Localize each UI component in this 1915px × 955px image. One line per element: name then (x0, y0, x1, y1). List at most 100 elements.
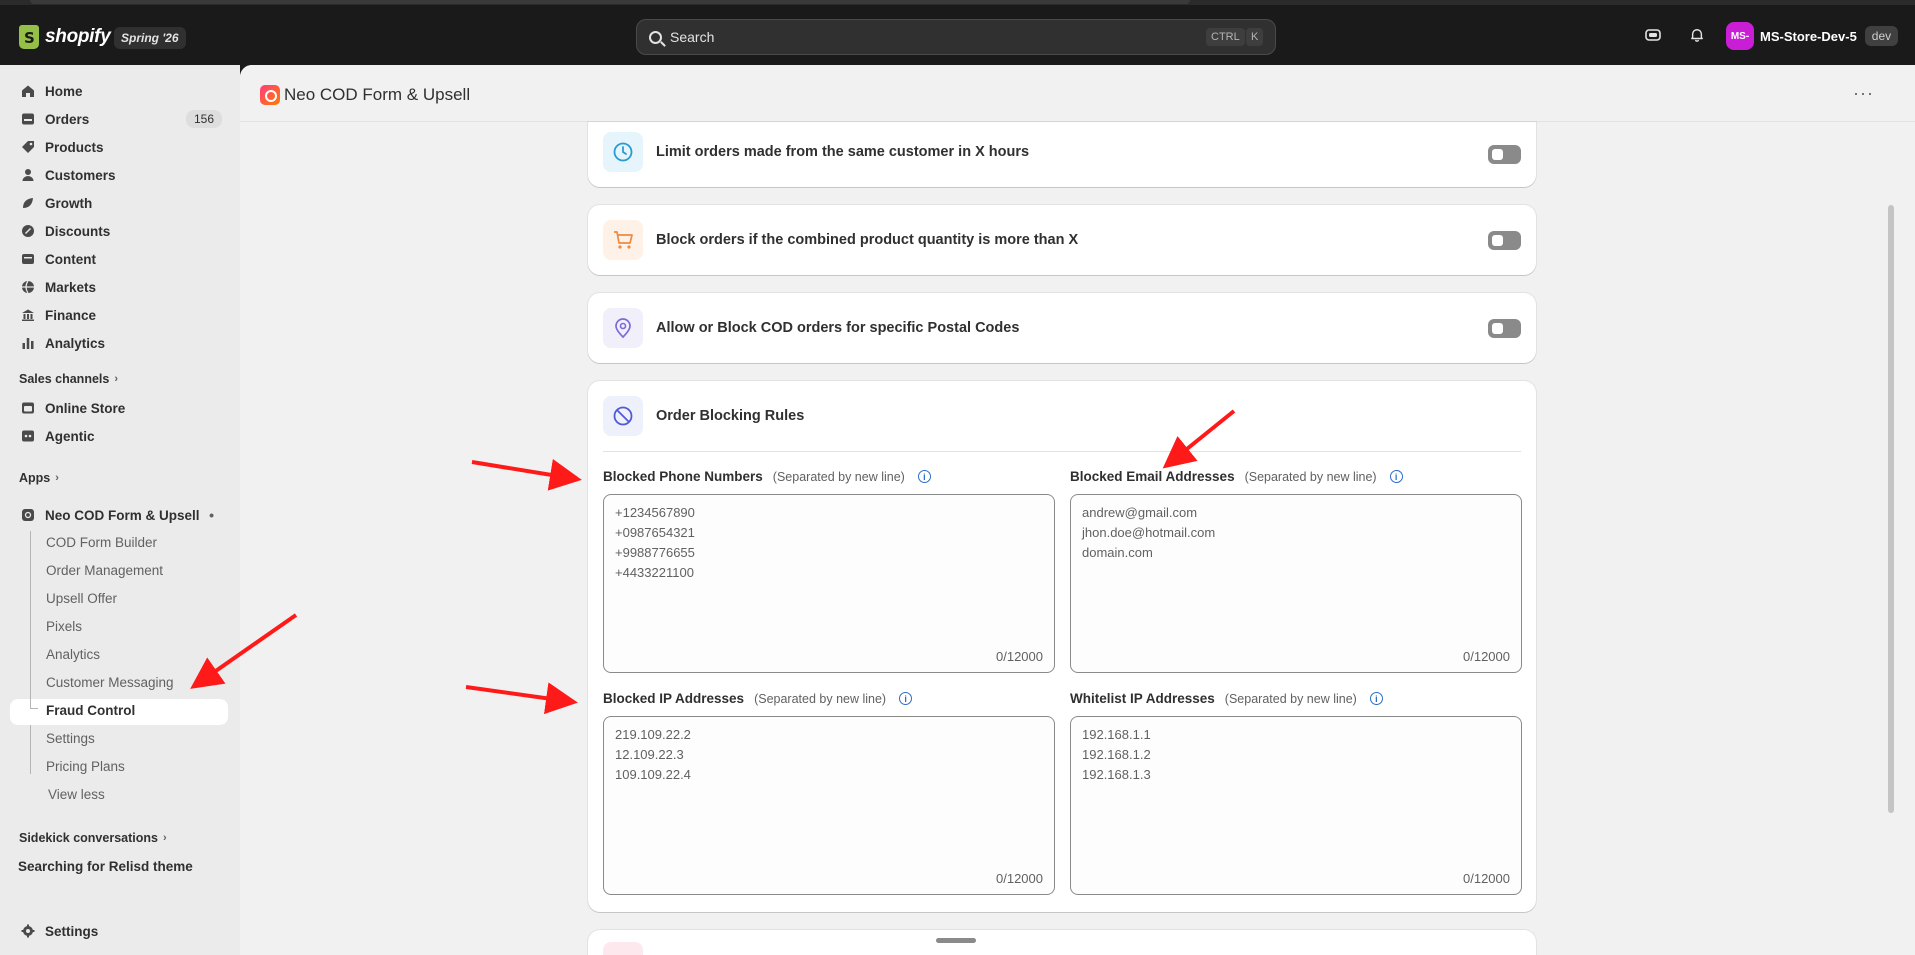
block-icon (603, 396, 643, 436)
discount-icon (20, 223, 36, 239)
textarea-line: 192.168.1.2 (1082, 747, 1151, 762)
field-hint: (Separated by new line) (754, 691, 887, 706)
subitem-pricing-plans[interactable]: Pricing Plans (46, 759, 125, 774)
sidebar-item-label: Markets (45, 279, 97, 295)
shopify-bag-icon (19, 25, 39, 49)
info-icon[interactable]: i (1369, 692, 1383, 705)
card-title: Limit orders made from the same customer… (656, 144, 1030, 160)
growth-icon (20, 195, 36, 211)
subitem-order-management[interactable]: Order Management (46, 563, 163, 578)
textarea-line: domain.com (1082, 545, 1153, 560)
textarea-line: jhon.doe@hotmail.com (1082, 525, 1216, 540)
char-counter: 0/12000 (1463, 649, 1510, 664)
tree-branch-icon (30, 699, 38, 709)
sidebar-item-products[interactable]: Products (10, 134, 228, 160)
sidebar-item-orders[interactable]: Orders 156 (10, 106, 228, 132)
sidebar-item-customers[interactable]: Customers (10, 162, 228, 188)
sidebar-item-discounts[interactable]: Discounts (10, 218, 228, 244)
field-label-text: Whitelist IP Addresses (1070, 691, 1215, 706)
sidebar-item-markets[interactable]: Markets (10, 274, 228, 300)
more-actions-button[interactable]: ··· (1853, 83, 1874, 104)
tag-icon (20, 139, 36, 155)
limit-orders-card: Limit orders made from the same customer… (588, 122, 1536, 187)
store-menu-button[interactable]: MS- MS-Store-Dev-5 dev (1726, 22, 1899, 50)
sidebar-item-growth[interactable]: Growth (10, 190, 228, 216)
subitem-analytics[interactable]: Analytics (46, 647, 100, 662)
field-label-text: Blocked Phone Numbers (603, 469, 763, 484)
order-blocking-card: Order Blocking Rules Blocked Phone Numbe… (588, 381, 1536, 912)
subitem-settings[interactable]: Settings (46, 731, 95, 746)
sidebar-item-label: Growth (45, 195, 93, 211)
sidekick-label: Sidekick conversations (19, 831, 158, 845)
pin-dot-icon: • (209, 507, 214, 523)
sidebar-item-home[interactable]: Home (10, 78, 228, 104)
shopify-logo[interactable]: shopify (19, 25, 111, 49)
info-icon[interactable]: i (899, 692, 913, 705)
sidekick-header[interactable]: Sidekick conversations › (19, 831, 167, 845)
subitem-upsell-offer[interactable]: Upsell Offer (46, 591, 117, 606)
sidebar: Home Orders 156 Products Customers Growt… (0, 65, 240, 955)
sidebar-item-online-store[interactable]: Online Store (10, 395, 228, 421)
card-row: Limit orders made from the same customer… (603, 132, 1029, 172)
sidebar-item-agentic[interactable]: Agentic (10, 423, 228, 449)
card-title: Allow or Block COD orders for specific P… (656, 320, 1020, 336)
blocked-emails-textarea[interactable]: andrew@gmail.com jhon.doe@hotmail.com do… (1070, 494, 1522, 673)
sidekick-conversation-item[interactable]: Searching for Relisd theme (18, 859, 193, 874)
field-hint: (Separated by new line) (1224, 691, 1357, 706)
subitem-cod-form-builder[interactable]: COD Form Builder (46, 535, 157, 550)
search-placeholder: Search (670, 29, 715, 45)
textarea-line: 12.109.22.3 (615, 747, 684, 762)
sidekick-icon[interactable] (1645, 28, 1661, 42)
subitem-fraud-control[interactable]: Fraud Control (46, 703, 135, 718)
char-counter: 0/12000 (1463, 871, 1510, 886)
postal-codes-toggle[interactable] (1488, 319, 1521, 338)
chevron-right-icon: › (162, 832, 167, 844)
cart-icon (603, 220, 643, 260)
scroll-thumb[interactable] (1888, 205, 1894, 813)
page-title: Neo COD Form & Upsell (284, 85, 471, 104)
sidebar-item-content[interactable]: Content (10, 246, 228, 272)
sidebar-item-label: Products (45, 139, 104, 155)
location-pin-icon (603, 308, 643, 348)
dev-badge: dev (1864, 26, 1899, 46)
apps-header[interactable]: Apps › (19, 471, 59, 485)
sidebar-item-label: Orders (45, 111, 90, 127)
info-icon[interactable]: i (1389, 470, 1403, 483)
shortcut-ctrl: CTRL (1206, 28, 1245, 46)
agentic-icon (20, 428, 36, 444)
bell-icon[interactable] (1689, 28, 1705, 42)
whitelist-ips-label: Whitelist IP Addresses (Separated by new… (1070, 691, 1383, 706)
gear-icon (20, 923, 36, 939)
sales-channels-label: Sales channels (19, 372, 110, 386)
blocked-ips-textarea[interactable]: 219.109.22.2 12.109.22.3 109.109.22.4 0/… (603, 716, 1055, 895)
whitelist-ips-textarea[interactable]: 192.168.1.1 192.168.1.2 192.168.1.3 0/12… (1070, 716, 1522, 895)
quantity-limit-toggle[interactable] (1488, 231, 1521, 250)
app-icon (20, 507, 36, 523)
bank-icon (20, 307, 36, 323)
sidebar-item-app[interactable]: Neo COD Form & Upsell • (10, 502, 228, 528)
logo-text: shopify (45, 26, 111, 47)
view-less-link[interactable]: View less (48, 787, 105, 802)
sidebar-item-label: Content (45, 251, 96, 267)
sidebar-item-settings[interactable]: Settings (10, 918, 228, 944)
blocked-ips-label: Blocked IP Addresses (Separated by new l… (603, 691, 913, 706)
sidebar-item-label: Analytics (45, 335, 106, 351)
char-counter: 0/12000 (996, 649, 1043, 664)
search-bar[interactable]: Search CTRL K (636, 19, 1276, 55)
blocked-phones-textarea[interactable]: +1234567890 +0987654321 +9988776655 +443… (603, 494, 1055, 673)
limit-orders-toggle[interactable] (1488, 145, 1521, 164)
blocked-phones-label: Blocked Phone Numbers (Separated by new … (603, 469, 931, 484)
sidebar-item-analytics[interactable]: Analytics (10, 330, 228, 356)
browser-strip (0, 0, 1915, 5)
sales-channels-header[interactable]: Sales channels › (19, 372, 118, 386)
info-icon[interactable]: i (917, 470, 931, 483)
subitem-customer-messaging[interactable]: Customer Messaging (46, 675, 174, 690)
person-icon (20, 167, 36, 183)
textarea-line: 109.109.22.4 (615, 767, 691, 782)
subitem-pixels[interactable]: Pixels (46, 619, 82, 634)
scrollbar[interactable] (1888, 105, 1894, 935)
chevron-right-icon: › (55, 472, 59, 484)
apps-label: Apps (19, 471, 51, 485)
drag-handle[interactable] (936, 938, 976, 943)
sidebar-item-finance[interactable]: Finance (10, 302, 228, 328)
